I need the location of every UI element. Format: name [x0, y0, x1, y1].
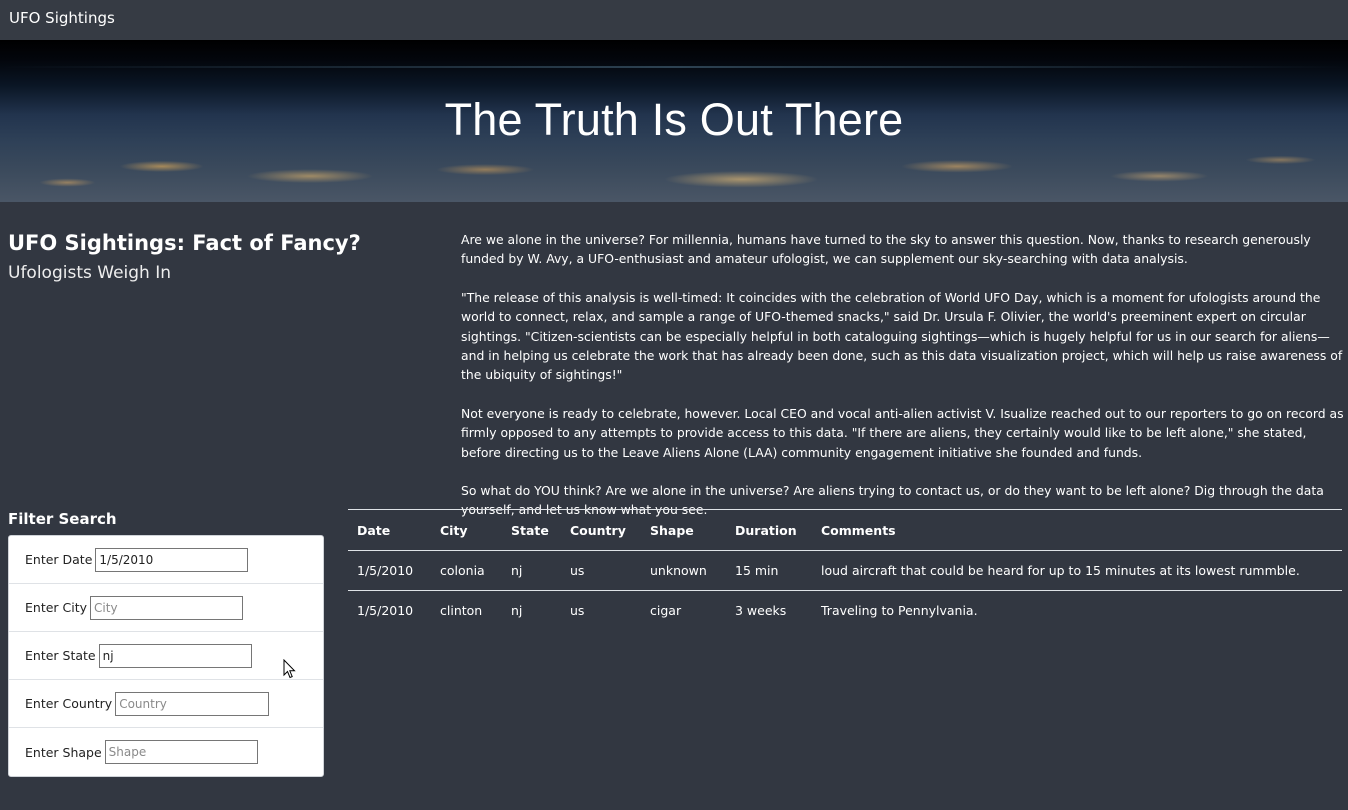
- city-filter-input[interactable]: [90, 595, 244, 620]
- date-filter-input[interactable]: [95, 547, 249, 572]
- navbar-brand-link[interactable]: UFO Sightings: [9, 9, 115, 27]
- country-filter-label: Enter Country: [25, 696, 113, 711]
- cell-duration: 15 min: [726, 550, 812, 591]
- city-filter-label: Enter City: [25, 600, 88, 615]
- filter-search-heading: Filter Search: [8, 510, 117, 528]
- cell-comments: loud aircraft that could be heard for up…: [812, 550, 1342, 591]
- filter-row-date: Enter Date: [9, 536, 323, 584]
- column-header-shape: Shape: [641, 509, 726, 551]
- table-row: 1/5/2010 colonia nj us unknown 15 min lo…: [348, 550, 1342, 591]
- article-title-main: UFO Sightings: Fact of Fancy?: [8, 231, 361, 255]
- state-filter-input[interactable]: [98, 643, 252, 668]
- article-paragraph: Are we alone in the universe? For millen…: [461, 232, 1311, 267]
- cell-city: colonia: [431, 550, 502, 591]
- cell-state: nj: [511, 603, 523, 619]
- table-row: 1/5/2010 clinton nj us cigar 3 weeks Tra…: [348, 591, 1342, 631]
- cell-city: clinton: [440, 603, 483, 619]
- navbar: UFO Sightings: [0, 0, 1348, 40]
- shape-filter-input[interactable]: [104, 740, 258, 764]
- filter-row-shape: Enter Shape: [9, 728, 323, 776]
- state-filter-label: Enter State: [25, 648, 96, 663]
- cell-shape: cigar: [650, 603, 682, 619]
- article-title: UFO Sightings: Fact of Fancy? Ufologists…: [8, 229, 438, 287]
- article-paragraph: Not everyone is ready to celebrate, howe…: [461, 405, 1344, 460]
- hero-banner: The Truth Is Out There: [0, 40, 1348, 202]
- filter-row-country: Enter Country: [9, 680, 323, 728]
- column-header-state: State: [502, 509, 561, 551]
- hero-title: The Truth Is Out There: [444, 94, 904, 145]
- cell-date: 1/5/2010: [348, 550, 431, 591]
- cell-shape: unknown: [641, 550, 726, 591]
- article-body: Are we alone in the universe? For millen…: [461, 230, 1345, 539]
- column-header-date: Date: [348, 509, 431, 551]
- ufo-results-table: Date City State Country Shape Duration C…: [348, 509, 1342, 631]
- mouse-cursor-icon: [283, 659, 296, 679]
- filter-row-state: Enter State: [9, 632, 323, 680]
- cell-comments: Traveling to Pennylvania.: [821, 603, 978, 619]
- article-paragraph: "The release of this analysis is well-ti…: [461, 289, 1343, 383]
- column-header-country: Country: [561, 509, 641, 551]
- date-filter-label: Enter Date: [25, 552, 93, 567]
- table-header-row: Date City State Country Shape Duration C…: [348, 509, 1342, 551]
- column-header-city: City: [431, 509, 502, 551]
- cell-country: us: [561, 550, 641, 591]
- country-filter-input[interactable]: [115, 691, 270, 716]
- cell-state: nj: [502, 550, 561, 591]
- column-header-comments: Comments: [812, 509, 1342, 551]
- shape-filter-label: Enter Shape: [25, 744, 102, 760]
- cell-duration: 3 weeks: [735, 603, 787, 619]
- cell-date: 1/5/2010: [357, 603, 414, 619]
- filter-panel: Enter Date Enter City Enter State Enter …: [8, 535, 324, 777]
- cell-country: us: [570, 603, 585, 619]
- article-title-sub: Ufologists Weigh In: [8, 263, 172, 283]
- column-header-duration: Duration: [726, 509, 812, 551]
- filter-row-city: Enter City: [9, 584, 323, 632]
